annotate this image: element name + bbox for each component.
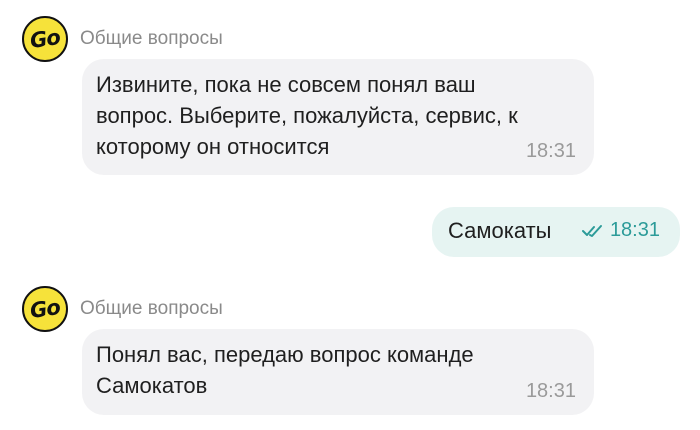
double-check-icon <box>581 224 602 237</box>
message-status: 18:31 <box>581 219 660 242</box>
message-time: 18:31 <box>525 380 576 402</box>
sender-avatar[interactable]: Go <box>22 286 68 332</box>
avatar-logo-text: Go <box>28 295 62 323</box>
message-time: 18:31 <box>609 219 660 241</box>
incoming-message-bubble[interactable]: Извините, пока не совсем понял ваш вопро… <box>82 59 594 175</box>
sender-name: Общие вопросы <box>80 28 223 49</box>
message-time: 18:31 <box>525 140 576 162</box>
message-text: Самокаты <box>448 218 552 243</box>
sender-avatar[interactable]: Go <box>22 16 68 62</box>
outgoing-message-bubble[interactable]: Самокаты 18:31 <box>432 207 680 257</box>
sender-name: Общие вопросы <box>80 298 223 319</box>
message-text: Понял вас, передаю вопрос команде Самока… <box>96 342 474 398</box>
message-text: Извините, пока не совсем понял ваш вопро… <box>96 72 518 159</box>
avatar-logo-text: Go <box>28 25 62 53</box>
incoming-message-bubble[interactable]: Понял вас, передаю вопрос команде Самока… <box>82 329 594 415</box>
